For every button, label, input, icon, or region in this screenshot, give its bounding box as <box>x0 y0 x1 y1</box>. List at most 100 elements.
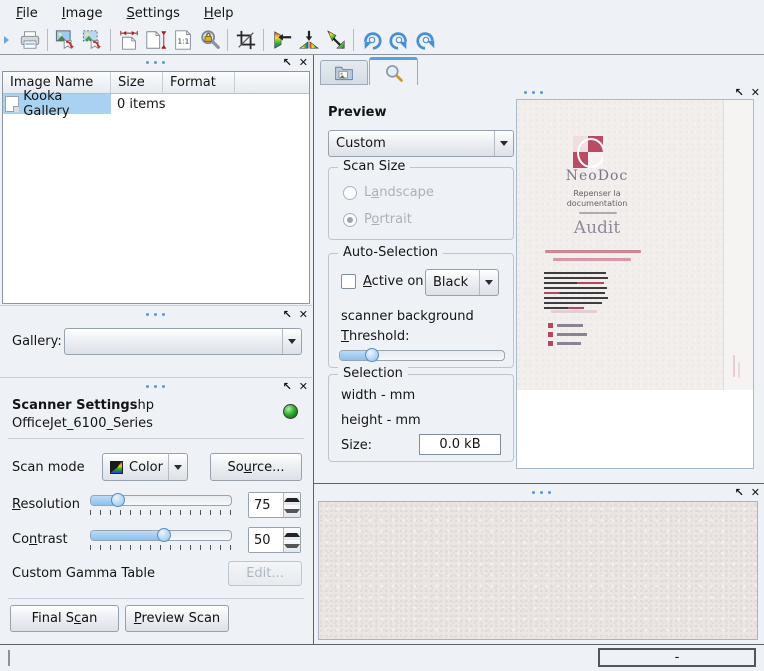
contrast-spinbox[interactable]: 50 <box>248 527 301 553</box>
gallery-root-item[interactable]: Kooka Gallery <box>3 94 111 114</box>
active-on-row[interactable]: Active on <box>341 274 424 289</box>
spin-down-icon[interactable] <box>284 505 300 517</box>
contrast-label: Contrast <box>12 532 68 547</box>
threshold-label: Threshold: <box>341 329 409 344</box>
printer-icon[interactable] <box>16 27 43 53</box>
rotate-clockwise-icon[interactable] <box>358 27 385 53</box>
dock-float-icon[interactable] <box>283 57 292 69</box>
preview-image-viewport[interactable]: NeoDoc Repenser la documentation Audit <box>516 99 754 469</box>
landscape-radio-row[interactable]: Landscape <box>343 185 434 200</box>
mirror-both-icon[interactable] <box>322 27 349 53</box>
main-splitter[interactable] <box>313 55 314 644</box>
dock-float-icon[interactable] <box>735 487 744 499</box>
right-splitter[interactable] <box>314 483 764 484</box>
chevron-down-icon <box>479 270 498 295</box>
chevron-down-icon <box>168 454 187 480</box>
rotate-180-icon[interactable] <box>412 27 439 53</box>
selection-width-text: width - mm <box>341 388 415 403</box>
dock-float-icon[interactable] <box>735 87 744 99</box>
toolbar-separator <box>263 29 264 51</box>
dock-handle-dots[interactable] <box>146 61 165 64</box>
landscape-radio[interactable] <box>343 186 357 200</box>
dock-handle-dots[interactable] <box>146 385 165 388</box>
slider-handle[interactable] <box>365 348 379 362</box>
scanner-title: Scanner Settingshp <box>12 398 154 413</box>
resolution-slider[interactable] <box>90 495 232 515</box>
preview-size-combo[interactable]: Custom <box>328 130 514 157</box>
toolbar-separator <box>353 29 354 51</box>
dock-close-icon[interactable] <box>299 57 308 69</box>
magnifier-icon <box>384 63 404 83</box>
dock-handle-dots[interactable] <box>532 491 551 494</box>
menu-help[interactable]: Help <box>192 2 246 25</box>
svg-text:1:1: 1:1 <box>177 37 189 46</box>
table-row[interactable]: Kooka Gallery 0 items <box>3 94 309 114</box>
doc-checklist <box>548 323 587 350</box>
auto-selection-color-combo[interactable]: Black <box>425 269 499 296</box>
menu-file[interactable]: File <box>4 2 50 25</box>
toolbar: 1:1 <box>0 26 764 55</box>
menubar: File Image Settings Help <box>0 0 764 26</box>
gallery-combo[interactable] <box>64 328 302 355</box>
contrast-slider[interactable] <box>90 530 232 550</box>
scan-mode-combo[interactable]: Color <box>102 453 188 481</box>
color-mode-icon <box>110 461 123 474</box>
tab-scan-preview[interactable] <box>369 57 418 85</box>
doc-title: Audit <box>542 218 652 238</box>
spin-down-icon[interactable] <box>284 540 300 552</box>
mirror-vertical-icon[interactable] <box>268 27 295 53</box>
dock-close-icon[interactable] <box>299 309 308 321</box>
gallery-tree[interactable]: Image Name Size Format Kooka Gallery 0 i… <box>2 71 310 304</box>
scanner-background-text: scanner background <box>341 309 474 324</box>
original-size-icon[interactable]: 1:1 <box>169 27 196 53</box>
source-button[interactable]: Source... <box>210 453 302 481</box>
spin-up-icon[interactable] <box>284 528 300 540</box>
dock-close-icon[interactable] <box>299 381 308 393</box>
tab-gallery[interactable] <box>320 60 368 85</box>
rotate-counterclockwise-icon[interactable] <box>385 27 412 53</box>
spin-up-icon[interactable] <box>284 493 300 505</box>
resolution-spinbox[interactable]: 75 <box>248 492 301 518</box>
column-format[interactable]: Format <box>163 72 235 93</box>
scan-bed-strip <box>723 100 754 390</box>
slider-handle[interactable] <box>157 528 171 542</box>
insert-image-icon[interactable] <box>52 27 79 53</box>
preview-size-value: Custom <box>336 136 386 151</box>
final-scan-button[interactable]: Final Scan <box>10 605 119 632</box>
gallery-item-name: Kooka Gallery <box>23 89 108 119</box>
dock-handle-dots[interactable] <box>524 91 543 94</box>
kooka-main-window: File Image Settings Help 1:1 <box>0 0 764 671</box>
scan-mode-label: Scan mode <box>12 460 85 475</box>
dock-close-icon[interactable] <box>751 87 760 99</box>
active-on-checkbox[interactable] <box>341 274 356 289</box>
selection-group: Selection width - mm height - mm Size: 0… <box>328 374 514 462</box>
slider-handle[interactable] <box>111 493 125 507</box>
dock-float-icon[interactable] <box>283 381 292 393</box>
neodoc-brand-text: NeoDoc <box>542 168 652 184</box>
menu-settings[interactable]: Settings <box>115 2 192 25</box>
portrait-radio-row[interactable]: Portrait <box>343 212 412 227</box>
threshold-slider[interactable] <box>339 350 505 361</box>
crop-icon[interactable] <box>232 27 259 53</box>
toolbar-handle[interactable] <box>4 36 13 44</box>
zoom-lock-icon[interactable] <box>196 27 223 53</box>
scan-texture-preview <box>318 501 758 640</box>
scan-size-group: Scan Size Landscape Portrait <box>328 167 514 240</box>
portrait-radio[interactable] <box>343 213 357 227</box>
dock-close-icon[interactable] <box>751 487 760 499</box>
column-size[interactable]: Size <box>111 72 163 93</box>
scale-to-height-icon[interactable] <box>142 27 169 53</box>
dock-separator <box>0 377 312 378</box>
resolution-value[interactable]: 75 <box>249 493 283 517</box>
auto-selection-color-value: Black <box>433 275 468 290</box>
scale-to-width-icon[interactable] <box>115 27 142 53</box>
dock-float-icon[interactable] <box>283 309 292 321</box>
mirror-horizontal-icon[interactable] <box>295 27 322 53</box>
preview-scan-button[interactable]: Preview Scan <box>125 605 229 632</box>
contrast-value[interactable]: 50 <box>249 528 283 552</box>
edit-gamma-button[interactable]: Edit... <box>228 561 302 586</box>
insert-image-selection-icon[interactable] <box>79 27 106 53</box>
selection-size-value: 0.0 kB <box>419 434 501 455</box>
menu-image[interactable]: Image <box>50 2 115 25</box>
dock-handle-dots[interactable] <box>146 313 165 316</box>
